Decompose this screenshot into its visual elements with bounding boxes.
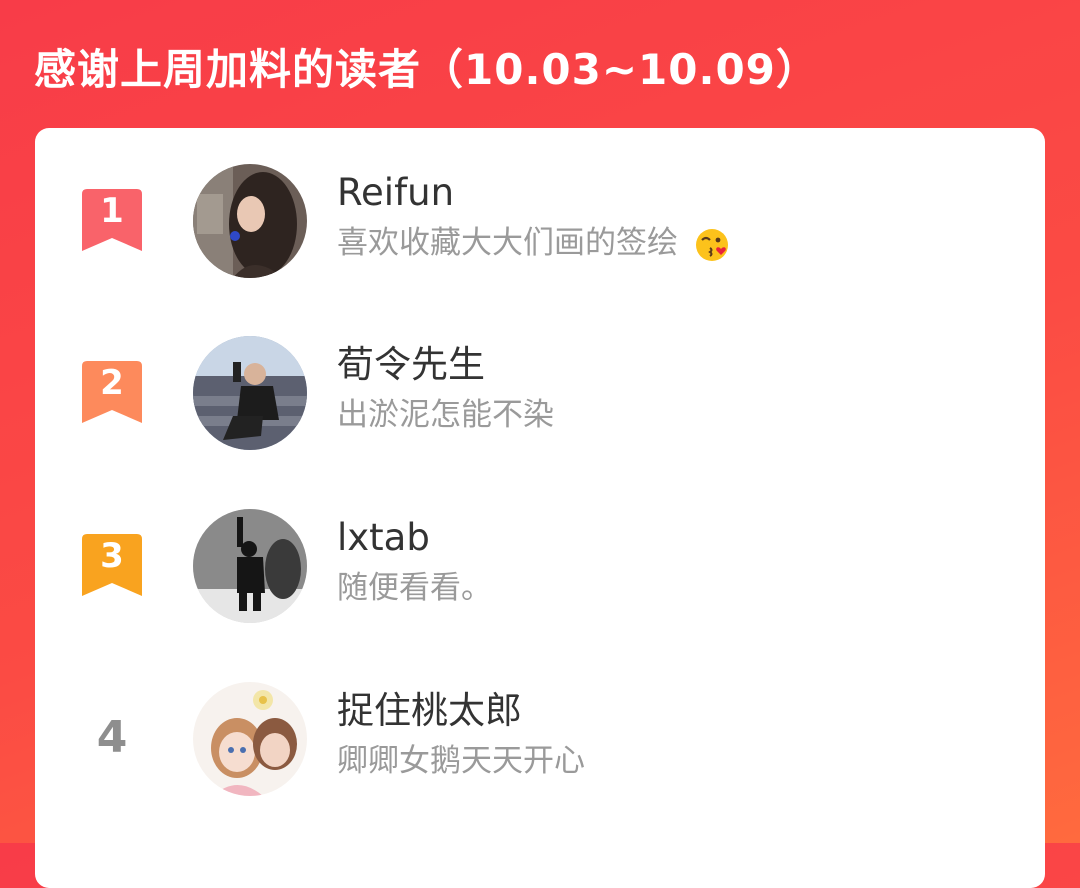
avatar-photo-skater — [193, 336, 307, 450]
avatar-illustration-couple — [193, 682, 307, 796]
rank-badge-3: 3 — [82, 534, 142, 596]
list-item[interactable]: 3 lxtab 随便看看。 — [35, 509, 1045, 629]
reader-name: 荀令先生 — [337, 343, 485, 386]
rank-badge-1: 1 — [82, 189, 142, 251]
reader-message: 随便看看。 — [337, 567, 492, 609]
reader-name: Reifun — [337, 171, 455, 214]
reader-message-text: 喜欢收藏大大们画的签绘 — [337, 225, 678, 261]
avatar[interactable] — [193, 682, 307, 796]
list-item[interactable]: 2 荀令先生 出淤泥怎能不染 — [35, 336, 1045, 456]
avatar[interactable] — [193, 336, 307, 450]
kissing-face-emoji — [695, 228, 728, 261]
avatar-photo-bw-figure — [193, 509, 307, 623]
rank-number: 4 — [96, 712, 128, 763]
rank-badge-2: 2 — [82, 361, 142, 423]
reader-message-text: 随便看看。 — [337, 570, 492, 606]
reader-name: lxtab — [337, 516, 430, 559]
reader-message: 出淤泥怎能不染 — [337, 394, 554, 436]
rank-number: 1 — [100, 191, 124, 231]
reader-message-text: 卿卿女鹅天天开心 — [337, 743, 585, 779]
list-item[interactable]: 4 捉住桃太郎 卿卿女鹅天天开心 — [35, 682, 1045, 802]
page-title: 感谢上周加料的读者（10.03~10.09） — [34, 45, 819, 94]
rank-number: 3 — [100, 536, 124, 576]
rank-number: 2 — [100, 363, 124, 403]
reader-name: 捉住桃太郎 — [337, 689, 522, 732]
avatar[interactable] — [193, 509, 307, 623]
reader-message-text: 出淤泥怎能不染 — [337, 397, 554, 433]
avatar-photo-girl — [193, 164, 307, 278]
readers-list-card: 1 Reifun 喜欢收藏大大们画的签绘 2 荀令先生 出淤泥怎能不染 3 lx… — [35, 128, 1045, 888]
avatar[interactable] — [193, 164, 307, 278]
reader-message: 喜欢收藏大大们画的签绘 — [337, 222, 730, 264]
list-item[interactable]: 1 Reifun 喜欢收藏大大们画的签绘 — [35, 164, 1045, 284]
reader-message: 卿卿女鹅天天开心 — [337, 740, 585, 782]
